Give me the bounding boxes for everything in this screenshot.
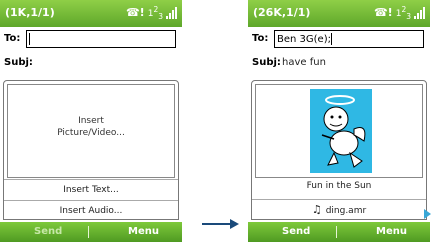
subject-label: Subj: bbox=[4, 57, 33, 68]
status-area: ☎! 123 bbox=[374, 5, 426, 21]
to-input[interactable] bbox=[26, 30, 176, 48]
insert-picture-label: Insert Picture/Video... bbox=[57, 116, 125, 138]
status-area: ☎! 123 bbox=[126, 5, 178, 21]
signal-icon bbox=[414, 6, 426, 19]
subject-row: Subj: bbox=[4, 54, 178, 72]
to-row: To: Ben 3G(e); bbox=[252, 30, 426, 48]
compose-panel: Insert Picture/Video... Insert Text... I… bbox=[3, 80, 179, 220]
to-input[interactable]: Ben 3G(e); bbox=[274, 30, 424, 48]
scroll-right-icon[interactable] bbox=[424, 209, 431, 219]
to-label: To: bbox=[252, 33, 269, 44]
softkey-divider bbox=[336, 226, 337, 238]
image-caption: Fun in the Sun bbox=[306, 181, 372, 191]
right-phone-screen: (26K,1/1) ☎! 123 To: Ben 3G(e); Subj: ha… bbox=[248, 0, 431, 242]
compose-panel: Fun in the Sun ♫ ding.amr bbox=[251, 80, 431, 220]
subject-row: Subj: have fun bbox=[252, 54, 426, 72]
network-icon: 123 bbox=[395, 5, 411, 21]
send-softkey[interactable]: Send bbox=[282, 226, 310, 237]
cherub-drawing bbox=[321, 95, 366, 168]
music-note-icon: ♫ bbox=[311, 203, 322, 216]
network-icon: 123 bbox=[147, 5, 163, 21]
phone-alert-icon: ☎! bbox=[373, 6, 393, 20]
attached-picture[interactable] bbox=[255, 84, 423, 178]
phone-alert-icon: ☎! bbox=[125, 6, 145, 20]
subject-input[interactable]: have fun bbox=[282, 57, 326, 68]
subject-label: Subj: bbox=[252, 57, 281, 68]
softkey-bar: Send Menu bbox=[0, 222, 182, 242]
title-text: (1K,1/1) bbox=[5, 6, 55, 19]
menu-softkey[interactable]: Menu bbox=[128, 226, 159, 237]
title-text: (26K,1/1) bbox=[253, 6, 311, 19]
text-caret bbox=[29, 33, 30, 45]
insert-audio-button[interactable]: Insert Audio... bbox=[4, 200, 178, 220]
signal-icon bbox=[166, 6, 178, 19]
to-value: Ben 3G(e); bbox=[277, 34, 331, 45]
text-caret bbox=[330, 33, 332, 45]
left-phone-screen: (1K,1/1) ☎! 123 To: Subj: Insert Picture… bbox=[0, 0, 182, 242]
softkey-bar: Send Menu bbox=[248, 222, 430, 242]
softkey-divider bbox=[88, 226, 89, 238]
flow-arrow-icon bbox=[202, 219, 239, 229]
send-softkey[interactable]: Send bbox=[34, 226, 62, 237]
to-label: To: bbox=[4, 33, 21, 44]
audio-filename: ding.amr bbox=[325, 206, 367, 216]
insert-picture-button[interactable]: Insert Picture/Video... bbox=[7, 84, 175, 178]
insert-text-button[interactable]: Insert Text... bbox=[4, 179, 178, 199]
to-row: To: bbox=[4, 30, 178, 48]
title-bar: (1K,1/1) ☎! 123 bbox=[0, 0, 182, 27]
menu-softkey[interactable]: Menu bbox=[376, 226, 407, 237]
attached-audio[interactable]: ♫ ding.amr bbox=[252, 199, 426, 219]
title-bar: (26K,1/1) ☎! 123 bbox=[248, 0, 430, 27]
cherub-image bbox=[310, 89, 372, 173]
